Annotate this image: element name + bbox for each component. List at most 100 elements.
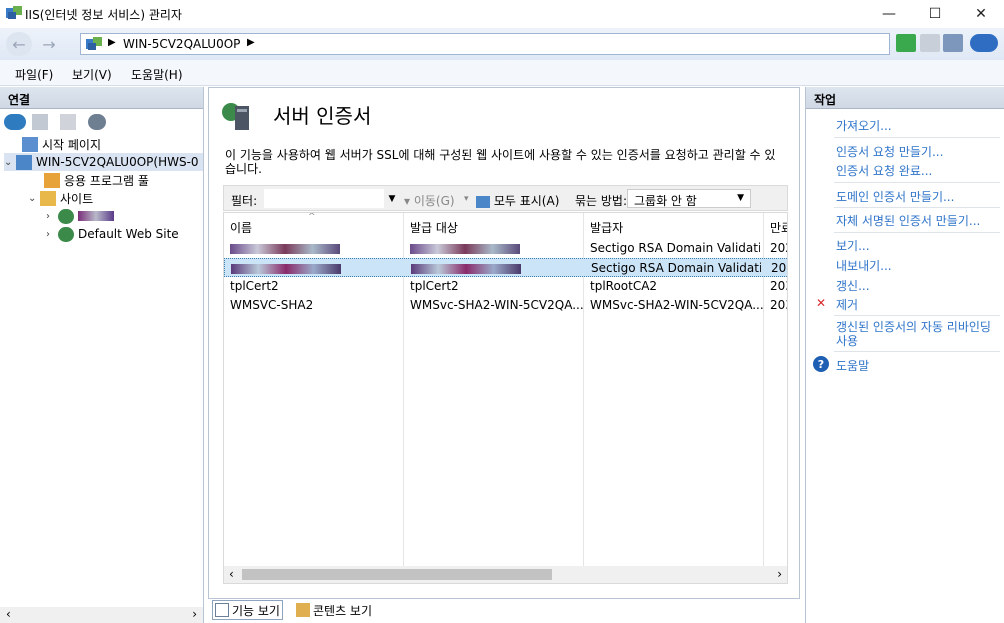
column-header-expires[interactable]: 만료 bbox=[764, 213, 787, 237]
stop-icon[interactable] bbox=[920, 34, 940, 52]
tree-sites[interactable]: ⌄ 사이트 bbox=[28, 189, 93, 207]
action-remove[interactable]: 제거 bbox=[836, 296, 858, 313]
scroll-right-icon[interactable]: › bbox=[777, 567, 782, 581]
action-view[interactable]: 보기... bbox=[836, 237, 870, 254]
tab-label: 기능 보기 bbox=[232, 603, 280, 618]
scroll-left-icon[interactable]: ‹ bbox=[229, 567, 234, 581]
cell-issued-by: Sectigo RSA Domain Validati... bbox=[591, 261, 761, 275]
menu-view[interactable]: 보기(V) bbox=[72, 66, 112, 83]
server-certificate-icon bbox=[222, 103, 249, 130]
home-icon[interactable] bbox=[943, 34, 963, 52]
tree-label: 사이트 bbox=[60, 191, 94, 206]
cell-name bbox=[230, 241, 340, 255]
disconnect-icon[interactable] bbox=[88, 114, 106, 130]
table-row[interactable]: Sectigo RSA Domain Validati... 202 bbox=[224, 239, 787, 258]
tree-label: 응용 프로그램 풀 bbox=[64, 173, 149, 188]
title-bar: IIS(인터넷 정보 서비스) 관리자 — ☐ ✕ bbox=[0, 0, 1004, 28]
connections-header: 연결 bbox=[0, 87, 203, 109]
tree-label: 시작 페이지 bbox=[42, 137, 102, 152]
show-all-label: 모두 표시(A) bbox=[493, 194, 560, 208]
tab-label: 콘텐츠 보기 bbox=[313, 603, 373, 618]
server-icon bbox=[86, 37, 102, 50]
path-separator-icon: ▶ bbox=[108, 37, 116, 48]
column-header-issued-to[interactable]: 발급 대상 bbox=[404, 213, 584, 237]
table-hscrollbar[interactable]: ‹ › bbox=[224, 566, 787, 583]
page-title: 서버 인증서 bbox=[273, 104, 372, 128]
action-help[interactable]: 도움말 bbox=[836, 357, 869, 374]
menu-bar: 파일(F) 보기(V) 도움말(H) bbox=[0, 60, 1004, 86]
scroll-thumb[interactable] bbox=[242, 569, 552, 580]
start-page-icon bbox=[22, 136, 38, 152]
address-path[interactable]: ▶ WIN-5CV2QALU0OP ▶ bbox=[80, 33, 890, 55]
cell-expires: 203 bbox=[770, 279, 787, 293]
group-by-select[interactable]: 그룹화 안 함 ▼ bbox=[627, 189, 751, 208]
scroll-right-icon[interactable]: › bbox=[192, 607, 197, 621]
actions-header: 작업 bbox=[806, 87, 1004, 109]
help-icon: ? bbox=[813, 356, 829, 372]
connections-hscrollbar[interactable]: ‹ › bbox=[0, 607, 203, 623]
close-button[interactable]: ✕ bbox=[958, 0, 1004, 28]
action-create-domain-cert[interactable]: 도메인 인증서 만들기... bbox=[836, 188, 954, 205]
show-all-button[interactable]: 모두 표시(A) bbox=[476, 192, 559, 209]
refresh-icon[interactable] bbox=[896, 34, 916, 52]
go-label: 이동(G) bbox=[413, 194, 455, 208]
filter-dropdown-icon[interactable]: ▼ bbox=[384, 189, 400, 208]
menu-help[interactable]: 도움말(H) bbox=[131, 66, 183, 83]
divider bbox=[834, 182, 1000, 183]
globe-icon bbox=[58, 226, 74, 242]
action-create-request[interactable]: 인증서 요청 만들기... bbox=[836, 143, 943, 160]
redacted-site-name bbox=[78, 211, 114, 221]
chevron-down-icon[interactable]: ⌄ bbox=[28, 193, 40, 204]
up-icon[interactable] bbox=[60, 114, 76, 130]
tree-app-pools[interactable]: 응용 프로그램 풀 bbox=[44, 171, 149, 189]
tree-default-site[interactable]: › Default Web Site bbox=[46, 225, 179, 243]
tree-site-redacted[interactable]: › bbox=[46, 207, 114, 225]
save-icon[interactable] bbox=[32, 114, 48, 130]
action-renew[interactable]: 갱신... bbox=[836, 277, 870, 294]
table-row[interactable]: tplCert2 tplCert2 tplRootCA2 203 bbox=[224, 277, 787, 296]
address-bar: ← → ▶ WIN-5CV2QALU0OP ▶ bbox=[0, 28, 1004, 60]
chevron-down-icon[interactable]: ⌄ bbox=[4, 157, 16, 168]
iis-app-icon bbox=[6, 6, 22, 19]
column-header-name[interactable]: 이름 ^ bbox=[224, 213, 404, 237]
minimize-button[interactable]: — bbox=[866, 0, 912, 28]
filter-bar: 필터: ▼ ▾ 이동(G) ▾ 모두 표시(A) 묶는 방법: 그룹화 안 함 … bbox=[223, 185, 788, 211]
show-all-icon bbox=[476, 195, 490, 208]
action-auto-rebind[interactable]: 갱신된 인증서의 자동 리바인딩 사용 bbox=[836, 320, 996, 348]
server-icon bbox=[16, 154, 32, 170]
divider bbox=[834, 207, 1000, 208]
column-label: 이름 bbox=[230, 221, 253, 235]
action-create-self-signed[interactable]: 자체 서명된 인증서 만들기... bbox=[836, 212, 980, 229]
tab-content-view[interactable]: 콘텐츠 보기 bbox=[294, 600, 374, 620]
column-header-issued-by[interactable]: 발급자 bbox=[584, 213, 764, 237]
globe-icon bbox=[58, 208, 74, 224]
tree-start-page[interactable]: 시작 페이지 bbox=[22, 135, 101, 153]
help-dropdown-icon[interactable] bbox=[970, 34, 998, 52]
path-server[interactable]: WIN-5CV2QALU0OP bbox=[123, 37, 240, 51]
cell-issued-by: WMSvc-SHA2-WIN-5CV2QA... bbox=[590, 298, 764, 312]
menu-file[interactable]: 파일(F) bbox=[15, 66, 53, 83]
cell-expires: 202 bbox=[770, 241, 787, 255]
chevron-right-icon[interactable]: › bbox=[46, 211, 58, 222]
scroll-left-icon[interactable]: ‹ bbox=[6, 607, 11, 621]
column-label: 발급 대상 bbox=[410, 221, 458, 235]
cell-issued-to bbox=[410, 241, 520, 255]
remove-icon: ✕ bbox=[815, 296, 827, 310]
table-row-selected[interactable]: Sectigo RSA Domain Validati... 202 bbox=[224, 258, 787, 277]
tree-server[interactable]: ⌄ WIN-5CV2QALU0OP(HWS-0 bbox=[4, 153, 203, 171]
action-export[interactable]: 내보내기... bbox=[836, 257, 892, 274]
divider bbox=[834, 137, 1000, 138]
table-row[interactable]: WMSVC-SHA2 WMSvc-SHA2-WIN-5CV2QA... WMSv… bbox=[224, 296, 787, 315]
maximize-button[interactable]: ☐ bbox=[912, 0, 958, 28]
content-view-icon bbox=[296, 603, 310, 617]
filter-input[interactable] bbox=[264, 189, 384, 208]
tab-features-view[interactable]: 기능 보기 bbox=[212, 600, 283, 620]
action-complete-request[interactable]: 인증서 요청 완료... bbox=[836, 162, 932, 179]
forward-button[interactable]: → bbox=[36, 32, 62, 56]
action-import[interactable]: 가져오기... bbox=[836, 117, 892, 134]
back-button[interactable]: ← bbox=[6, 32, 32, 56]
go-button[interactable]: ▾ 이동(G) bbox=[404, 192, 455, 209]
chevron-right-icon[interactable]: › bbox=[46, 229, 58, 240]
connect-icon[interactable] bbox=[4, 114, 26, 130]
go-dropdown-icon[interactable]: ▾ bbox=[464, 194, 469, 204]
